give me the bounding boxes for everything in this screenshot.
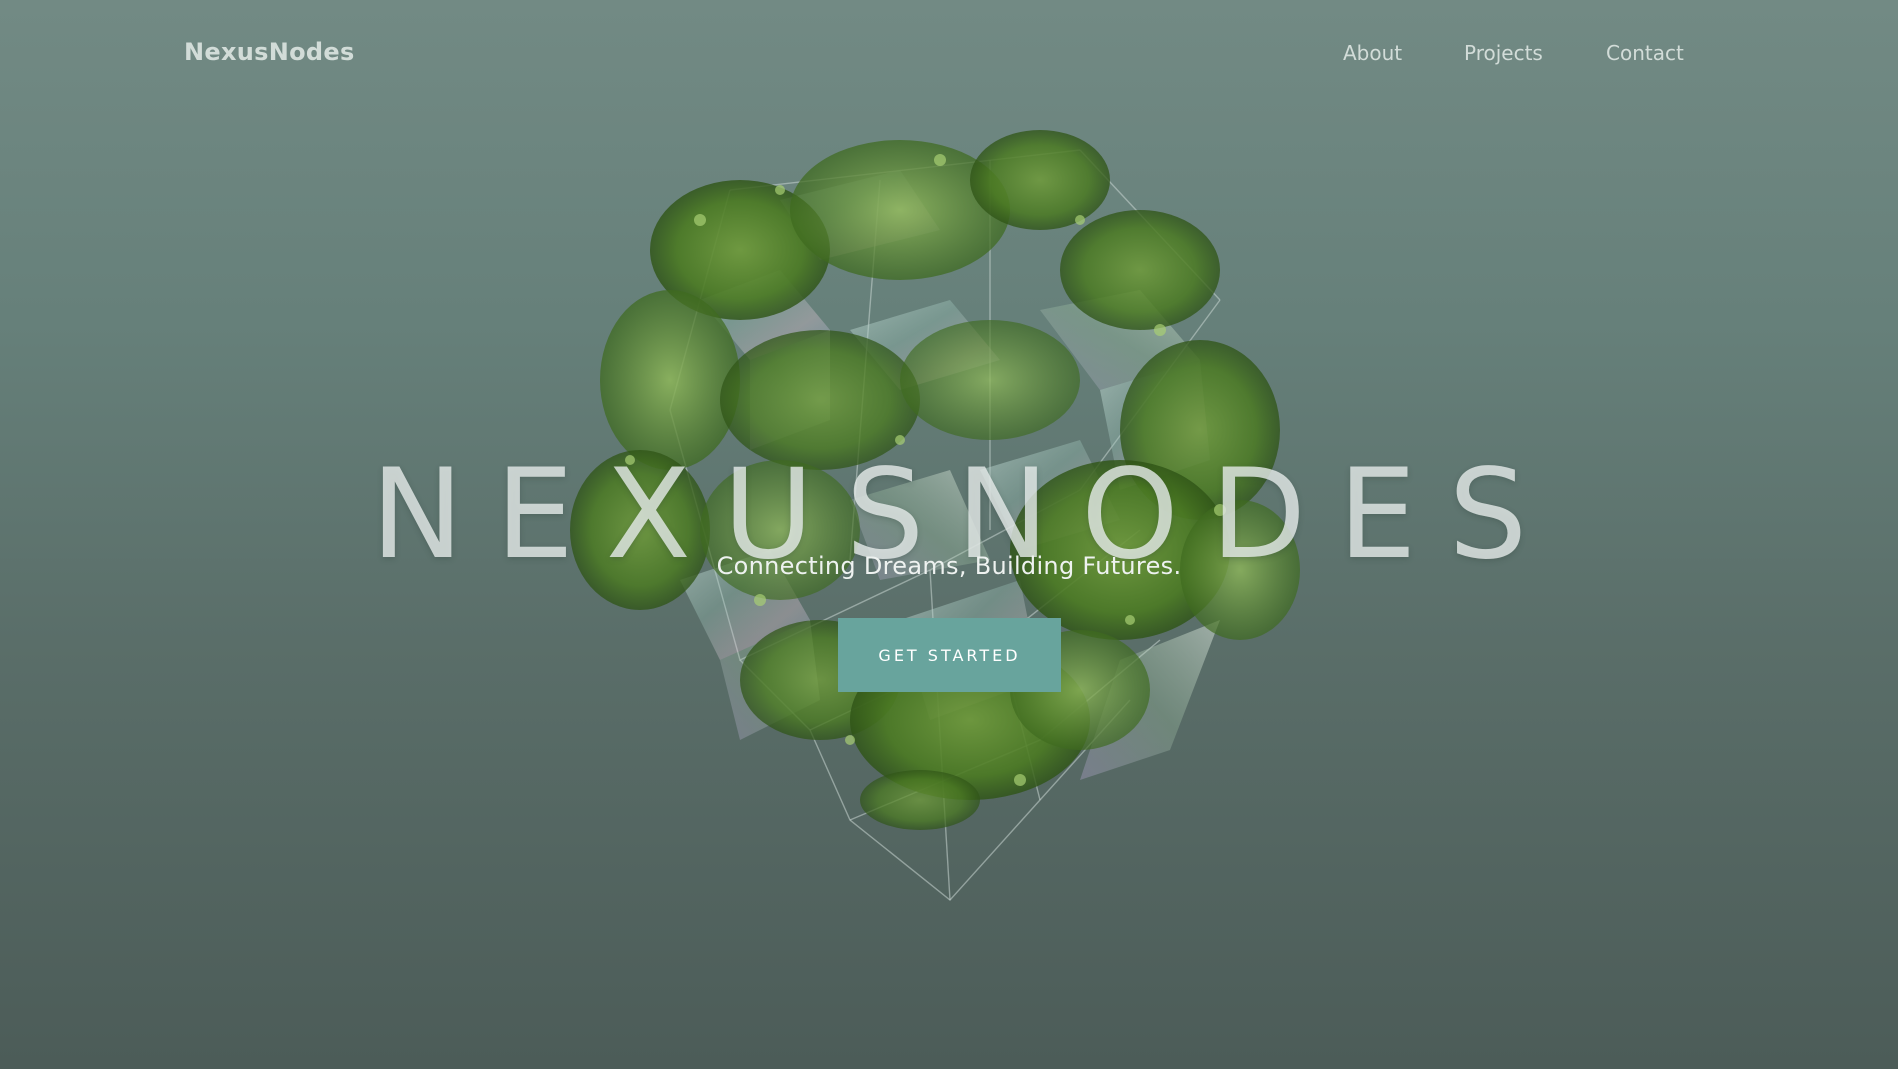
get-started-button[interactable]: GET STARTED [838, 618, 1061, 692]
nav-link-about[interactable]: About [1343, 41, 1402, 65]
nav-link-projects[interactable]: Projects [1464, 41, 1543, 65]
nav-link-contact[interactable]: Contact [1606, 41, 1684, 65]
top-navigation: NexusNodes About Projects Contact [0, 0, 1898, 108]
brand-logo[interactable]: NexusNodes [184, 38, 355, 66]
hero-tagline: Connecting Dreams, Building Futures. [716, 552, 1182, 580]
